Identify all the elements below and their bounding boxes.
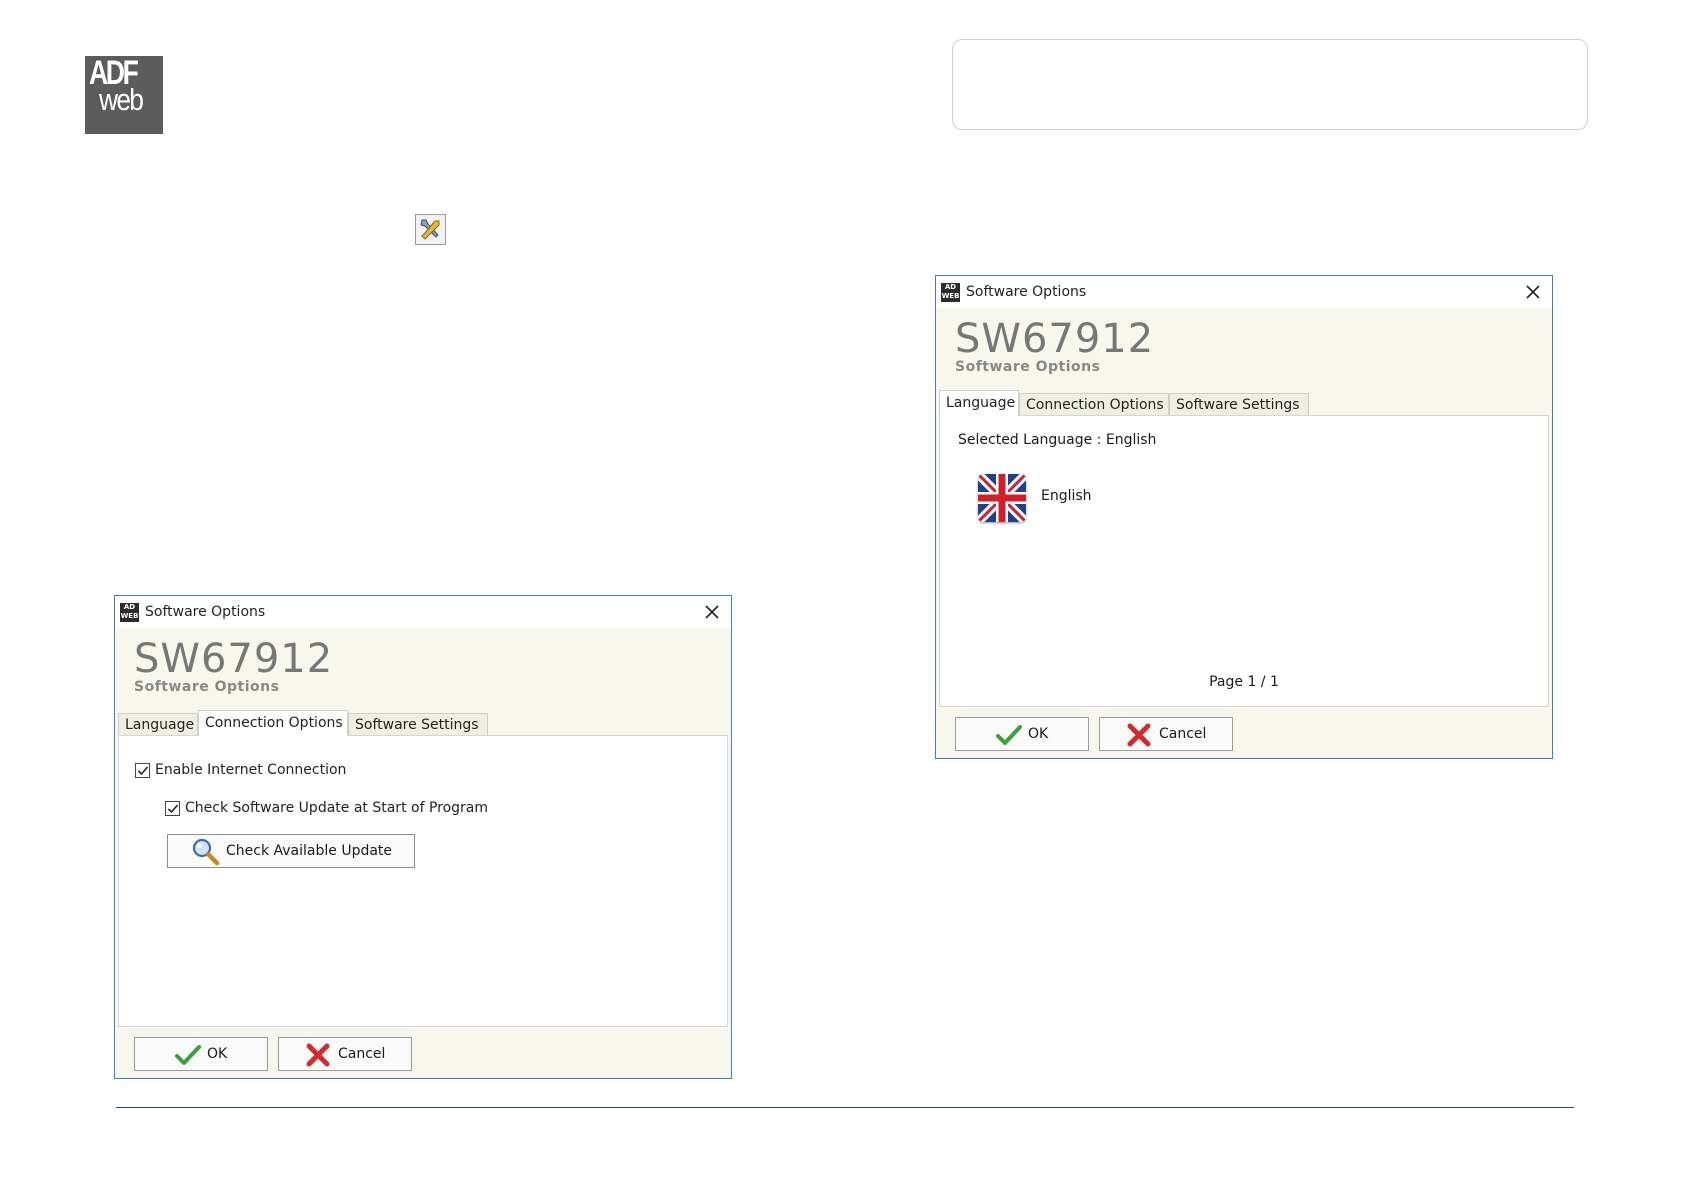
ok-label: OK <box>1028 726 1049 742</box>
tab-language[interactable]: Language <box>118 713 198 735</box>
product-subtitle: Software Options <box>134 679 280 695</box>
enable-internet-label: Enable Internet Connection <box>155 762 347 778</box>
language-option-label[interactable]: English <box>1041 488 1092 504</box>
check-available-update-label: Check Available Update <box>226 843 393 859</box>
cancel-button[interactable]: Cancel <box>278 1037 412 1071</box>
cancel-button[interactable]: Cancel <box>1099 717 1233 751</box>
enable-internet-checkbox[interactable] <box>135 763 150 778</box>
connection-options-panel: Enable Internet Connection Check Softwar… <box>118 735 728 1027</box>
close-icon <box>705 605 719 619</box>
adfweb-app-icon: AD WEB <box>120 603 139 622</box>
check-available-update-button[interactable]: Check Available Update <box>167 834 415 868</box>
adfweb-logo: ADF web <box>85 54 163 134</box>
cancel-label: Cancel <box>338 1046 386 1062</box>
wrench-screwdriver-icon[interactable] <box>415 214 446 245</box>
close-button[interactable] <box>1522 281 1544 303</box>
footer-divider <box>116 1107 1574 1108</box>
page-indicator: Page 1 / 1 <box>1209 674 1279 690</box>
selected-language-text: Selected Language : English <box>958 432 1157 448</box>
ok-button[interactable]: OK <box>134 1037 268 1071</box>
tab-software-settings[interactable]: Software Settings <box>1169 393 1309 415</box>
checkmark-icon <box>167 804 179 814</box>
check-update-checkbox[interactable] <box>165 801 180 816</box>
product-code: SW67912 <box>134 636 334 682</box>
uk-flag-icon[interactable] <box>978 474 1026 522</box>
software-options-dialog-language: AD WEB Software Options SW67912 Software … <box>935 275 1553 759</box>
tab-connection-options[interactable]: Connection Options <box>198 710 348 736</box>
tab-connection-options[interactable]: Connection Options <box>1019 393 1169 415</box>
ok-button[interactable]: OK <box>955 717 1089 751</box>
magnifier-icon <box>192 838 220 866</box>
cancel-label: Cancel <box>1159 726 1207 742</box>
dialog-titlebar: AD WEB Software Options <box>936 276 1552 308</box>
checkmark-icon <box>137 766 149 776</box>
close-icon <box>1526 285 1540 299</box>
software-options-dialog-connection: AD WEB Software Options SW67912 Software … <box>114 595 732 1079</box>
dialog-title: Software Options <box>145 604 266 620</box>
product-subtitle: Software Options <box>955 359 1101 375</box>
close-button[interactable] <box>701 601 723 623</box>
header-info-box <box>952 39 1588 130</box>
check-update-label: Check Software Update at Start of Progra… <box>185 800 489 816</box>
tab-language[interactable]: Language <box>939 390 1019 416</box>
adfweb-app-icon: AD WEB <box>941 283 960 302</box>
tab-software-settings[interactable]: Software Settings <box>348 713 488 735</box>
language-panel: Selected Language : English English Page… <box>939 415 1549 707</box>
product-code: SW67912 <box>955 316 1155 362</box>
dialog-title: Software Options <box>966 284 1087 300</box>
dialog-titlebar: AD WEB Software Options <box>115 596 731 628</box>
ok-label: OK <box>207 1046 228 1062</box>
logo-line-2: web <box>99 82 144 117</box>
